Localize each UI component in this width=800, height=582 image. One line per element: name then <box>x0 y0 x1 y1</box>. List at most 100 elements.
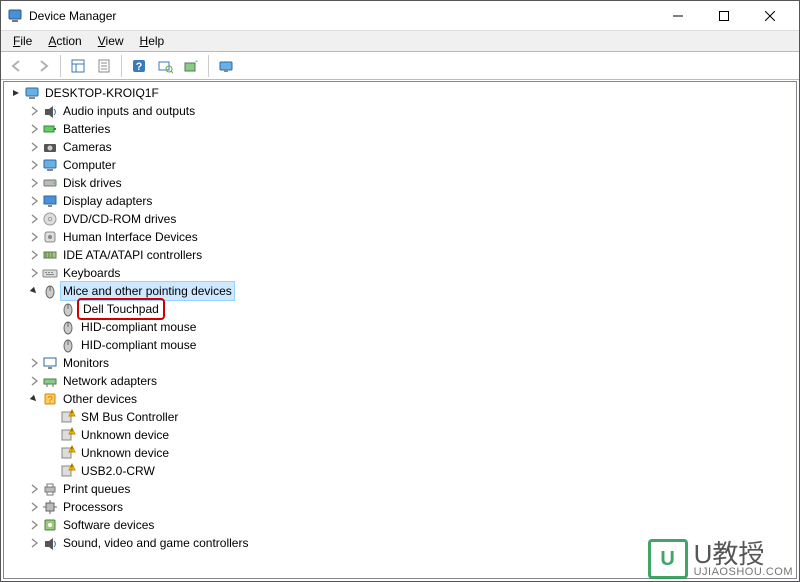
monitor-icon <box>42 355 58 371</box>
maximize-button[interactable] <box>701 1 747 30</box>
expand-icon[interactable] <box>26 355 42 371</box>
expand-icon[interactable] <box>26 211 42 227</box>
minimize-button[interactable] <box>655 1 701 30</box>
keyboard-icon <box>42 265 58 281</box>
help-button[interactable]: ? <box>127 54 151 78</box>
tree-item-label: Disk drives <box>61 174 124 192</box>
collapse-icon[interactable] <box>26 391 42 407</box>
tree-item-label: Human Interface Devices <box>61 228 200 246</box>
menu-file[interactable]: File <box>5 32 40 50</box>
expand-icon[interactable] <box>26 247 42 263</box>
tree-item[interactable]: Network adapters <box>8 372 796 390</box>
watermark-logo: U <box>648 539 688 579</box>
expand-icon[interactable] <box>26 139 42 155</box>
expand-icon[interactable] <box>26 157 42 173</box>
toolbar-separator <box>208 55 209 77</box>
tree-item[interactable]: Cameras <box>8 138 796 156</box>
expand-icon[interactable] <box>26 103 42 119</box>
warn-icon: ! <box>60 445 76 461</box>
mouse-icon <box>42 283 58 299</box>
watermark-url: UJIAOSHOU.COM <box>694 567 793 578</box>
menu-action[interactable]: Action <box>40 32 89 50</box>
scan-hardware-button[interactable] <box>153 54 177 78</box>
tree-root-label: DESKTOP-KROIQ1F <box>43 84 161 102</box>
expand-icon[interactable] <box>26 121 42 137</box>
mouse-icon <box>60 337 76 353</box>
expand-icon[interactable] <box>26 517 42 533</box>
close-button[interactable] <box>747 1 793 30</box>
audio-icon <box>42 103 58 119</box>
expand-icon[interactable] <box>26 535 42 551</box>
expand-icon[interactable] <box>26 265 42 281</box>
expander-spacer <box>44 445 60 461</box>
expander-spacer <box>44 301 60 317</box>
toolbar: ? <box>1 52 799 80</box>
tree-item[interactable]: Computer <box>8 156 796 174</box>
tree-item[interactable]: !USB2.0-CRW <box>8 462 796 480</box>
tree-item-label: IDE ATA/ATAPI controllers <box>61 246 204 264</box>
properties-button[interactable] <box>92 54 116 78</box>
tree-item-label: Batteries <box>61 120 112 138</box>
menubar: File Action View Help <box>1 31 799 52</box>
expand-icon[interactable] <box>26 193 42 209</box>
expander-spacer <box>44 427 60 443</box>
tree-item[interactable]: ?Other devices <box>8 390 796 408</box>
expand-icon[interactable] <box>26 229 42 245</box>
expand-icon[interactable] <box>26 373 42 389</box>
tree-item-label: Sound, video and game controllers <box>61 534 250 552</box>
tree-item[interactable]: Display adapters <box>8 192 796 210</box>
tree-item[interactable]: HID-compliant mouse <box>8 336 796 354</box>
tree-item-label: DVD/CD-ROM drives <box>61 210 178 228</box>
tree-item-label: Computer <box>61 156 118 174</box>
tree-item[interactable]: Software devices <box>8 516 796 534</box>
computer-icon <box>42 157 58 173</box>
tree-item[interactable]: Dell Touchpad <box>8 300 796 318</box>
show-hide-console-button[interactable] <box>66 54 90 78</box>
mouse-icon <box>60 319 76 335</box>
tree-item[interactable]: !Unknown device <box>8 426 796 444</box>
expand-icon[interactable] <box>26 481 42 497</box>
expand-icon[interactable] <box>26 499 42 515</box>
tree-item[interactable]: Batteries <box>8 120 796 138</box>
tree-item[interactable]: Mice and other pointing devices <box>8 282 796 300</box>
collapse-icon[interactable] <box>8 85 24 101</box>
tree-item-label: SM Bus Controller <box>79 408 180 426</box>
tree-item[interactable]: Disk drives <box>8 174 796 192</box>
tree-item[interactable]: Audio inputs and outputs <box>8 102 796 120</box>
tree-item[interactable]: Keyboards <box>8 264 796 282</box>
printer-icon <box>42 481 58 497</box>
uninstall-device-button[interactable] <box>214 54 238 78</box>
cpu-icon <box>42 499 58 515</box>
tree-item[interactable]: Print queues <box>8 480 796 498</box>
tree-item[interactable]: HID-compliant mouse <box>8 318 796 336</box>
menu-help[interactable]: Help <box>132 32 173 50</box>
tree-item[interactable]: DVD/CD-ROM drives <box>8 210 796 228</box>
tree-root[interactable]: DESKTOP-KROIQ1F <box>8 84 796 102</box>
update-driver-button[interactable] <box>179 54 203 78</box>
device-manager-icon <box>7 8 23 24</box>
tree-item-label: Software devices <box>61 516 156 534</box>
device-tree-panel: DESKTOP-KROIQ1F Audio inputs and outputs… <box>3 81 797 579</box>
tree-item[interactable]: IDE ATA/ATAPI controllers <box>8 246 796 264</box>
expand-icon[interactable] <box>26 175 42 191</box>
tree-item-label: Processors <box>61 498 125 516</box>
back-button[interactable] <box>5 54 29 78</box>
tree-item[interactable]: !SM Bus Controller <box>8 408 796 426</box>
other-icon: ? <box>42 391 58 407</box>
tree-item[interactable]: Processors <box>8 498 796 516</box>
collapse-icon[interactable] <box>26 283 42 299</box>
disk-icon <box>42 175 58 191</box>
tree-item[interactable]: Human Interface Devices <box>8 228 796 246</box>
tree-item[interactable]: !Unknown device <box>8 444 796 462</box>
tree-item-label: Monitors <box>61 354 111 372</box>
tree-item-label: Unknown device <box>79 426 171 444</box>
tree-item-label: Display adapters <box>61 192 154 210</box>
device-tree[interactable]: DESKTOP-KROIQ1F Audio inputs and outputs… <box>4 82 796 578</box>
expander-spacer <box>44 319 60 335</box>
menu-view[interactable]: View <box>90 32 132 50</box>
toolbar-separator <box>60 55 61 77</box>
tree-item-label: Keyboards <box>61 264 122 282</box>
window-controls <box>655 1 793 30</box>
tree-item[interactable]: Monitors <box>8 354 796 372</box>
forward-button[interactable] <box>31 54 55 78</box>
